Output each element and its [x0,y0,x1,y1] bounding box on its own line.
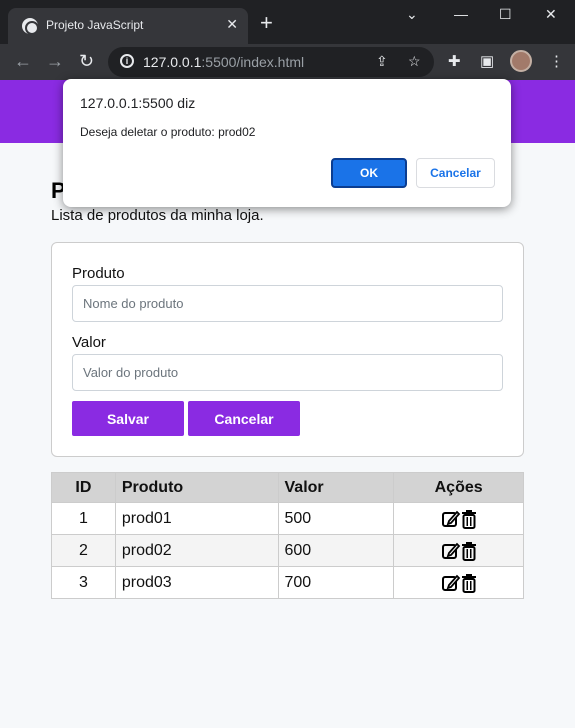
url-text: 127.0.0.1:5500/index.html [143,54,305,70]
dialog-title: 127.0.0.1:5500 diz [80,95,196,111]
product-label: Produto [72,265,125,282]
cell-actions [393,566,524,599]
product-name-input[interactable]: Nome do produto [72,285,503,322]
cell-id: 1 [51,502,116,535]
new-tab-icon[interactable]: + [260,12,273,34]
header-value: Valor [277,472,395,503]
browser-titlebar: Projeto JavaScript ✕ + ⌄ — ☐ ✕ [0,0,575,44]
table-row: 1 prod01 500 [51,502,524,535]
browser-tab[interactable]: Projeto JavaScript ✕ [8,8,248,44]
extensions-icon[interactable]: ✚ [448,52,461,70]
cell-id: 3 [51,566,116,599]
back-icon[interactable]: ← [14,51,32,72]
confirm-dialog: 127.0.0.1:5500 diz Deseja deletar o prod… [63,79,511,207]
maximize-icon[interactable]: ☐ [499,6,512,23]
trash-icon[interactable] [461,573,477,593]
cell-actions [393,502,524,535]
bookmark-star-icon[interactable]: ☆ [408,53,421,70]
product-form-card: Produto Nome do produto Valor Valor do p… [51,242,524,457]
tab-title: Projeto JavaScript [46,18,144,32]
tab-search-icon[interactable]: ⌄ [406,6,418,23]
cell-product: prod01 [114,502,279,535]
avatar[interactable] [510,50,532,72]
trash-icon[interactable] [461,541,477,561]
page-subtitle: Lista de produtos da minha loja. [51,207,264,224]
cell-product: prod02 [114,534,279,567]
table-row: 3 prod03 700 [51,566,524,599]
edit-icon[interactable] [441,509,461,529]
cell-value: 500 [277,502,395,535]
info-icon[interactable]: i [120,54,134,68]
header-product: Produto [114,472,279,503]
menu-kebab-icon[interactable]: ⋮ [549,52,564,70]
header-id: ID [51,472,116,503]
reload-icon[interactable]: ↻ [79,51,94,72]
side-panel-icon[interactable]: ▣ [480,52,494,70]
edit-icon[interactable] [441,573,461,593]
cell-product: prod03 [114,566,279,599]
share-icon[interactable]: ⇪ [376,53,388,70]
cell-id: 2 [51,534,116,567]
close-tab-icon[interactable]: ✕ [226,16,238,33]
trash-icon[interactable] [461,509,477,529]
save-button[interactable]: Salvar [72,401,184,436]
cell-value: 700 [277,566,395,599]
value-label: Valor [72,334,106,351]
table-header-row: ID Produto Valor Ações [51,472,524,503]
forward-icon[interactable]: → [46,51,64,72]
browser-toolbar: ← → ↻ i 127.0.0.1:5500/index.html ⇪ ☆ ✚ … [0,44,575,80]
products-table: ID Produto Valor Ações 1 prod01 500 2 pr… [51,472,524,599]
dialog-cancel-button[interactable]: Cancelar [416,158,495,188]
edit-icon[interactable] [441,541,461,561]
cell-value: 600 [277,534,395,567]
cancel-button[interactable]: Cancelar [188,401,300,436]
globe-icon [22,18,39,35]
cell-actions [393,534,524,567]
product-value-input[interactable]: Valor do produto [72,354,503,391]
table-row: 2 prod02 600 [51,534,524,567]
minimize-icon[interactable]: — [454,6,468,22]
header-actions: Ações [393,472,524,503]
close-window-icon[interactable]: ✕ [545,6,557,23]
address-bar[interactable]: i 127.0.0.1:5500/index.html ⇪ ☆ [108,47,434,77]
dialog-message: Deseja deletar o produto: prod02 [80,125,256,139]
dialog-ok-button[interactable]: OK [331,158,407,188]
